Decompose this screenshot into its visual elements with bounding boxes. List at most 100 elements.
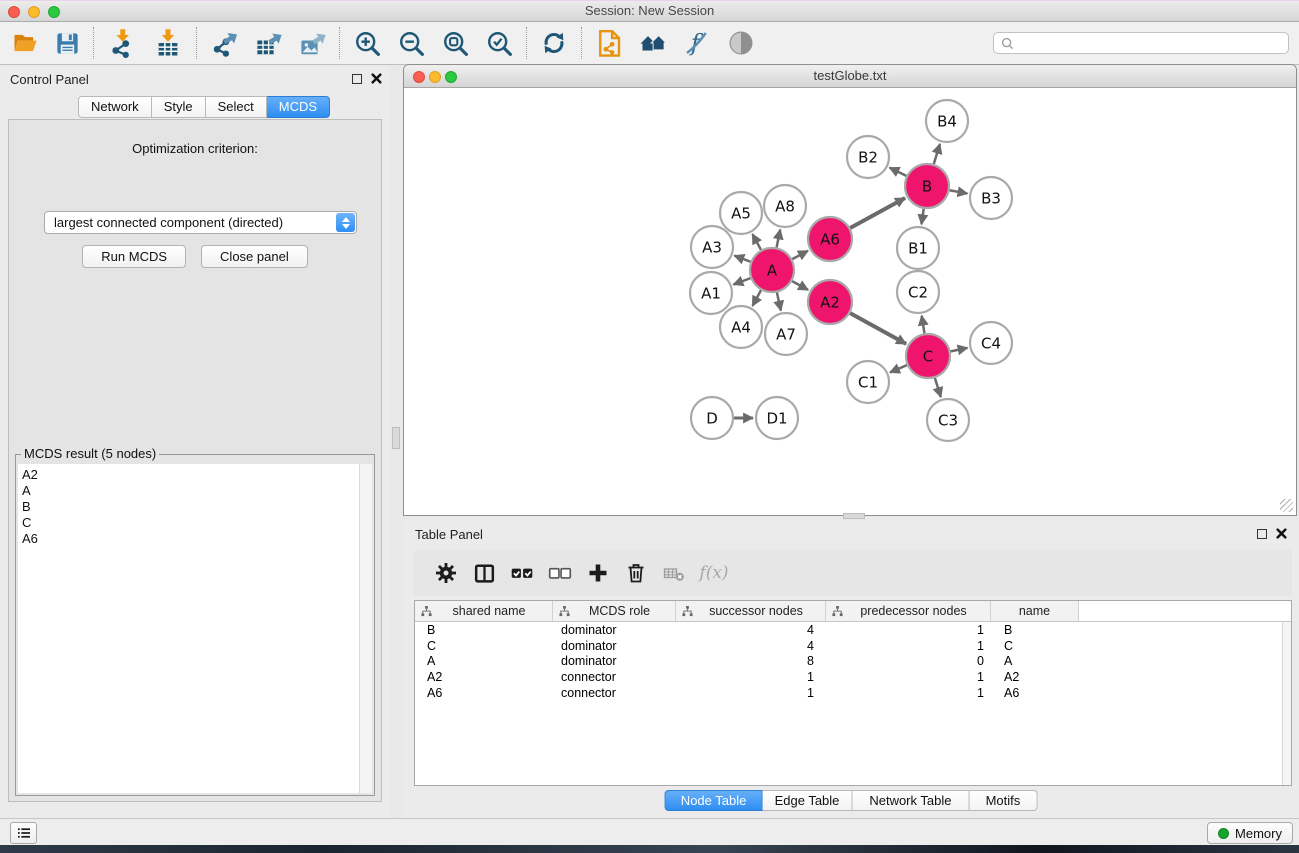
toolbar-separator: [526, 27, 527, 59]
tab-network-table[interactable]: Network Table: [852, 790, 969, 811]
node-table: shared name MCDS role successor nodes pr…: [414, 600, 1292, 786]
graph-edge-C-C4[interactable]: [951, 348, 968, 352]
graph-edge-A-A5[interactable]: [752, 234, 761, 250]
graph-edge-A2-C[interactable]: [850, 313, 906, 344]
table-cell: 0: [826, 654, 991, 668]
network-graph[interactable]: B4B2BB3B1A5A8A6A3AA1A2C2A4A7C4CC1C3DD1: [405, 89, 1297, 516]
minimize-window-button[interactable]: [28, 6, 40, 18]
tab-style[interactable]: Style: [152, 96, 206, 118]
network-canvas[interactable]: B4B2BB3B1A5A8A6A3AA1A2C2A4A7C4CC1C3DD1: [405, 89, 1295, 514]
task-history-button[interactable]: [10, 822, 37, 844]
graph-node-label-A4: A4: [731, 318, 751, 336]
network-from-file-icon[interactable]: [587, 24, 631, 62]
tab-node-table[interactable]: Node Table: [665, 790, 763, 811]
graph-edge-B-B4[interactable]: [934, 144, 940, 164]
table-panel: Table Panel f(x): [403, 520, 1299, 818]
graph-edge-C-C1[interactable]: [890, 365, 907, 372]
mcds-result-item[interactable]: C: [22, 515, 372, 531]
open-session-icon[interactable]: [4, 24, 46, 62]
search-input[interactable]: [1018, 34, 1288, 52]
tab-network[interactable]: Network: [78, 96, 152, 118]
column-header-name[interactable]: name: [991, 601, 1079, 621]
tab-select[interactable]: Select: [206, 96, 267, 118]
column-header-successor-nodes[interactable]: successor nodes: [676, 601, 826, 621]
memory-button[interactable]: Memory: [1207, 822, 1293, 844]
import-table-icon[interactable]: [145, 24, 191, 62]
tab-edge-table[interactable]: Edge Table: [763, 790, 853, 811]
close-panel-button[interactable]: Close panel: [201, 245, 308, 268]
toolbar-separator: [339, 27, 340, 59]
float-table-panel-icon[interactable]: [1257, 529, 1267, 539]
graph-edge-B-B2[interactable]: [890, 168, 907, 176]
table-row[interactable]: Bdominator41B: [415, 622, 1291, 638]
graph-edge-A-A3[interactable]: [734, 256, 750, 262]
tab-mcds[interactable]: MCDS: [267, 96, 330, 118]
zoom-window-button[interactable]: [48, 6, 60, 18]
column-header-shared-name[interactable]: shared name: [415, 601, 553, 621]
graph-edge-A-A4[interactable]: [752, 290, 761, 306]
close-window-button[interactable]: [8, 6, 20, 18]
export-table-icon[interactable]: [246, 24, 290, 62]
mcds-result-item[interactable]: B: [22, 499, 372, 515]
search-icon: [1001, 37, 1014, 50]
import-network-icon[interactable]: [99, 24, 145, 62]
column-header-mcds-role[interactable]: MCDS role: [553, 601, 676, 621]
graph-edge-A6-B[interactable]: [850, 198, 905, 228]
table-row[interactable]: A6connector11A6: [415, 685, 1291, 701]
column-visibility-icon[interactable]: [465, 553, 503, 593]
tab-motifs[interactable]: Motifs: [969, 790, 1037, 811]
graph-edge-A-A8[interactable]: [777, 230, 781, 248]
mcds-result-item[interactable]: A: [22, 483, 372, 499]
network-window-titlebar[interactable]: testGlobe.txt: [404, 65, 1296, 88]
select-all-rows-icon[interactable]: [503, 553, 541, 593]
window-resize-grip[interactable]: [1280, 499, 1293, 512]
maximize-view-button[interactable]: [445, 71, 457, 83]
graph-edge-B-B1[interactable]: [921, 209, 923, 224]
criterion-select[interactable]: largest connected component (directed): [44, 211, 357, 234]
delete-columns-icon[interactable]: [617, 553, 655, 593]
save-session-icon[interactable]: [46, 24, 88, 62]
table-row[interactable]: A2connector11A2: [415, 669, 1291, 685]
graph-edge-A-A2[interactable]: [792, 281, 808, 290]
app-titlebar: Session: New Session: [0, 0, 1299, 22]
deselect-all-rows-icon[interactable]: [541, 553, 579, 593]
graph-node-label-C4: C4: [981, 334, 1001, 352]
vertical-split-grip[interactable]: [392, 427, 400, 449]
mcds-result-list[interactable]: A2ABCA6: [18, 464, 372, 793]
apply-function-icon[interactable]: f(x): [693, 553, 731, 593]
cytoscape-home-icon[interactable]: [631, 24, 675, 62]
graph-edge-C-C3[interactable]: [935, 378, 941, 397]
table-scrollbar[interactable]: [1282, 622, 1291, 785]
mcds-result-scrollbar[interactable]: [359, 464, 372, 793]
export-network-icon[interactable]: [202, 24, 246, 62]
graph-edge-A-A6[interactable]: [792, 251, 808, 259]
column-header-predecessor-nodes[interactable]: predecessor nodes: [826, 601, 991, 621]
show-hide-panels-icon[interactable]: [719, 24, 763, 62]
zoom-fit-icon[interactable]: [433, 24, 477, 62]
minimize-view-button[interactable]: [429, 71, 441, 83]
graph-edge-A-A1[interactable]: [733, 278, 750, 284]
graph-edge-C-C2[interactable]: [922, 316, 925, 334]
table-row[interactable]: Cdominator41C: [415, 638, 1291, 654]
graph-edge-A-A7[interactable]: [777, 292, 781, 310]
mcds-result-item[interactable]: A2: [22, 467, 372, 483]
refresh-layout-icon[interactable]: [532, 24, 576, 62]
delete-table-icon[interactable]: [655, 553, 693, 593]
float-panel-icon[interactable]: [352, 74, 362, 84]
close-view-button[interactable]: [413, 71, 425, 83]
run-mcds-button[interactable]: Run MCDS: [82, 245, 186, 268]
zoom-selected-icon[interactable]: [477, 24, 521, 62]
zoom-in-icon[interactable]: [345, 24, 389, 62]
table-options-gear-icon[interactable]: [427, 553, 465, 593]
graphics-details-toggle-icon[interactable]: f: [675, 24, 719, 62]
close-panel-icon[interactable]: [371, 73, 382, 84]
close-table-panel-icon[interactable]: [1276, 528, 1287, 539]
horizontal-split-grip[interactable]: [843, 513, 865, 519]
add-column-icon[interactable]: [579, 553, 617, 593]
search-field[interactable]: [993, 32, 1289, 54]
mcds-result-item[interactable]: A6: [22, 531, 372, 547]
zoom-out-icon[interactable]: [389, 24, 433, 62]
export-image-icon[interactable]: [290, 24, 334, 62]
graph-edge-B-B3[interactable]: [950, 190, 968, 193]
table-row[interactable]: Adominator80A: [415, 654, 1291, 670]
